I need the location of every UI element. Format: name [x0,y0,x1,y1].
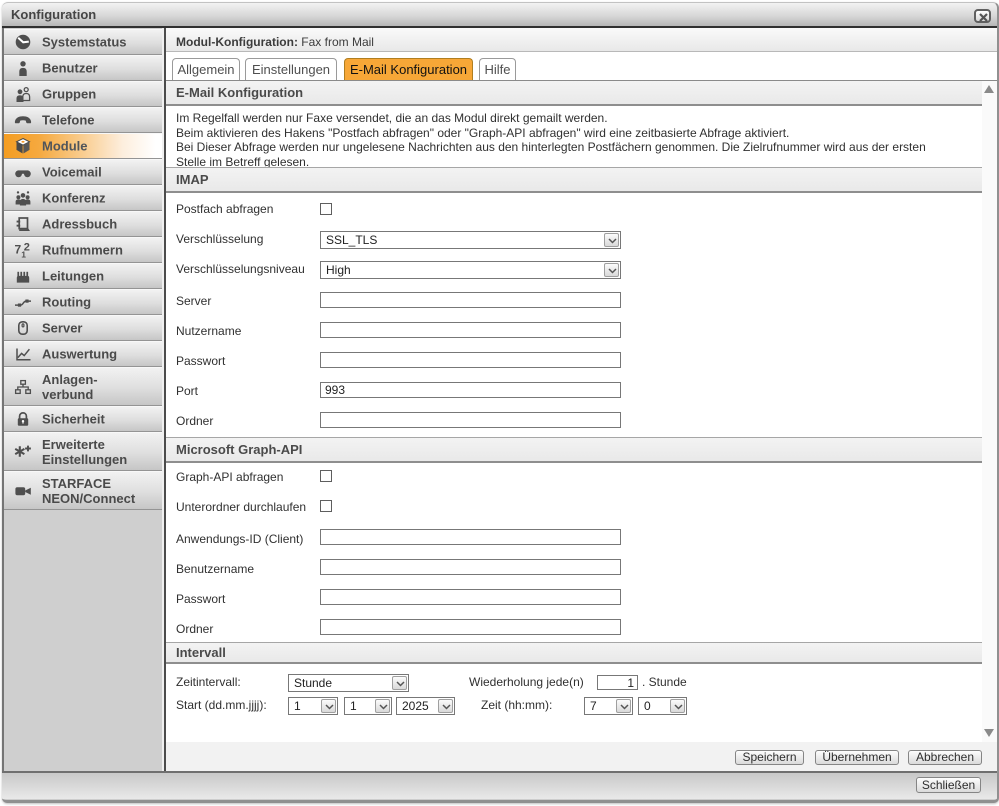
svg-text:2: 2 [24,242,30,254]
